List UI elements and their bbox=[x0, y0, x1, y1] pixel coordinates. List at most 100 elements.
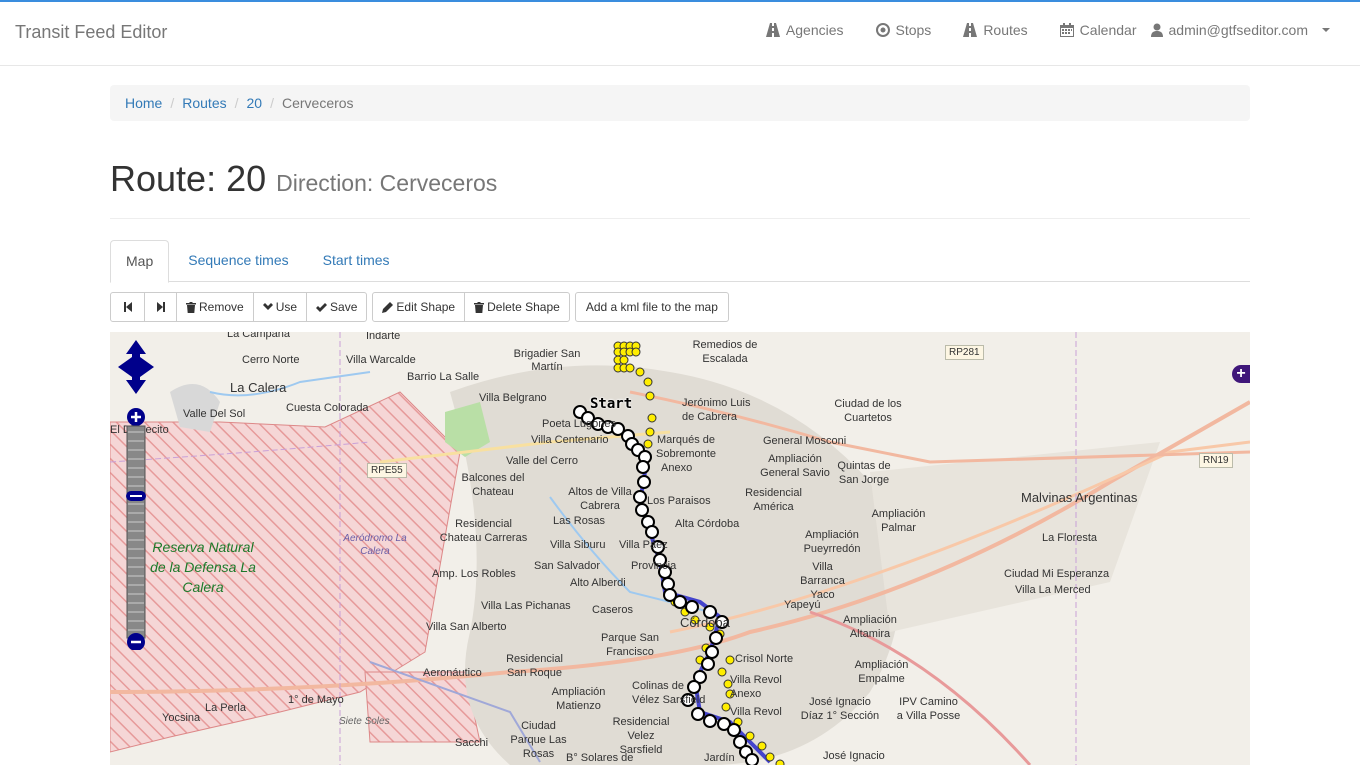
map-label: Yapeyú bbox=[784, 599, 821, 611]
user-icon bbox=[1150, 23, 1163, 37]
map-label: Brigadier San Martín bbox=[513, 348, 581, 373]
use-label: Use bbox=[275, 300, 298, 314]
map-label: José Ignacio bbox=[823, 750, 885, 762]
check-icon bbox=[316, 302, 328, 312]
map-label: Villa Siburu bbox=[550, 539, 606, 551]
yellow-stop-marker[interactable] bbox=[643, 377, 653, 387]
nav-agencies[interactable]: Agencies bbox=[765, 22, 844, 38]
zoom-bar[interactable] bbox=[126, 425, 146, 639]
yellow-stop-marker[interactable] bbox=[757, 741, 767, 751]
map-label: Villa Las Pichanas bbox=[481, 600, 571, 612]
map-label: Barrio La Salle bbox=[407, 371, 480, 383]
brand-title[interactable]: Transit Feed Editor bbox=[15, 22, 167, 43]
map-label: La Perla bbox=[205, 702, 246, 714]
map-label: General Mosconi bbox=[763, 435, 847, 447]
map-label: Ampliación Palmar bbox=[871, 508, 926, 534]
map-label: Las Rosas bbox=[553, 515, 605, 527]
tab-map[interactable]: Map bbox=[110, 240, 170, 283]
breadcrumb-current: Cerveceros bbox=[281, 95, 354, 111]
map-label: Villa Páez bbox=[619, 539, 668, 551]
yellow-stop-marker[interactable] bbox=[775, 759, 785, 765]
map-label: Ampliación Pueyrredón bbox=[803, 529, 861, 555]
yellow-stop-marker[interactable] bbox=[647, 413, 657, 423]
yellow-stop-marker[interactable] bbox=[625, 363, 635, 373]
white-stop-marker[interactable] bbox=[691, 707, 705, 721]
tab-start-times[interactable]: Start times bbox=[308, 240, 405, 281]
delete-shape-label: Delete Shape bbox=[487, 300, 560, 314]
use-button[interactable]: Use bbox=[252, 292, 308, 322]
nav-calendar[interactable]: Calendar bbox=[1059, 22, 1137, 38]
edit-shape-button[interactable]: Edit Shape bbox=[372, 292, 466, 322]
white-stop-marker[interactable] bbox=[745, 753, 759, 765]
road-shield-rpe55: RPE55 bbox=[367, 463, 407, 478]
map-label: Residencial San Roque bbox=[506, 653, 563, 679]
pencil-icon bbox=[382, 301, 394, 313]
map-label: Quintas de San Jorge bbox=[837, 460, 891, 486]
white-stop-marker[interactable] bbox=[701, 657, 715, 671]
breadcrumb-separator: / bbox=[234, 95, 239, 111]
yellow-stop-marker[interactable] bbox=[717, 667, 727, 677]
map-label: Jerónimo Luis de Cabrera bbox=[682, 397, 751, 423]
save-button[interactable]: Save bbox=[306, 292, 368, 322]
map-label: Indarte bbox=[366, 332, 401, 342]
map-label: IPV Camino a Villa Posse bbox=[896, 696, 961, 722]
nav-menu: Agencies Stops Routes Calendar admin@gtf… bbox=[734, 22, 1330, 38]
navbar: Transit Feed Editor Agencies Stops Route… bbox=[0, 2, 1360, 66]
white-stop-marker[interactable] bbox=[727, 723, 741, 737]
edit-shape-label: Edit Shape bbox=[396, 300, 456, 314]
route-title: Route: 20 bbox=[110, 158, 267, 199]
calendar-icon bbox=[1059, 23, 1074, 37]
yellow-stop-marker[interactable] bbox=[765, 752, 775, 762]
map-label: Ampliación Altamira bbox=[843, 614, 897, 640]
white-stop-marker[interactable] bbox=[661, 577, 675, 591]
white-stop-marker[interactable] bbox=[709, 631, 723, 645]
yellow-stop-marker[interactable] bbox=[745, 731, 755, 741]
yellow-stop-marker[interactable] bbox=[645, 391, 655, 401]
map-label: Ampliación General Savio bbox=[760, 453, 830, 479]
yellow-stop-marker[interactable] bbox=[725, 655, 735, 665]
user-menu[interactable]: admin@gtfseditor.com bbox=[1150, 22, 1330, 38]
map-label: Provincia bbox=[631, 560, 677, 572]
route-map[interactable]: RP281 RPE55 RN19 La Campana Cerro Norte … bbox=[110, 332, 1250, 765]
yellow-stop-marker[interactable] bbox=[619, 355, 629, 365]
add-kml-button[interactable]: Add a kml file to the map bbox=[574, 292, 729, 322]
yellow-stop-marker[interactable] bbox=[721, 702, 731, 712]
map-label: Caseros bbox=[592, 604, 633, 616]
white-stop-marker[interactable] bbox=[685, 600, 699, 614]
nav-routes[interactable]: Routes bbox=[963, 22, 1028, 38]
step-forward-button[interactable] bbox=[144, 292, 177, 322]
pan-up-icon[interactable] bbox=[126, 340, 146, 360]
breadcrumb-route-20[interactable]: 20 bbox=[247, 95, 263, 111]
map-label: Ciudad Mi Esperanza bbox=[1004, 568, 1110, 580]
step-backward-button[interactable] bbox=[110, 292, 145, 322]
white-stop-marker[interactable] bbox=[636, 460, 650, 474]
breadcrumb-home[interactable]: Home bbox=[125, 95, 162, 111]
map-label: Alta Córdoba bbox=[675, 518, 740, 530]
tab-sequence-times[interactable]: Sequence times bbox=[173, 240, 303, 281]
nav-stops[interactable]: Stops bbox=[875, 22, 932, 38]
nav-stops-label: Stops bbox=[895, 22, 932, 38]
breadcrumb-routes[interactable]: Routes bbox=[182, 95, 226, 111]
delete-shape-button[interactable]: Delete Shape bbox=[464, 292, 570, 322]
road-shield-rn19: RN19 bbox=[1199, 453, 1233, 468]
nav-calendar-label: Calendar bbox=[1079, 22, 1137, 38]
road-icon bbox=[963, 23, 978, 37]
map-label: Ampliación Empalme bbox=[854, 659, 909, 685]
remove-label: Remove bbox=[199, 300, 244, 314]
kml-actions-group: Add a kml file to the map bbox=[574, 292, 729, 322]
remove-button[interactable]: Remove bbox=[176, 292, 254, 322]
breadcrumb-separator: / bbox=[170, 95, 175, 111]
pan-zoom-control[interactable] bbox=[118, 340, 158, 650]
map-toolbar: Remove Use Save Edit Shape Delete Shape … bbox=[110, 292, 734, 322]
tab-bar: Map Sequence times Start times bbox=[110, 240, 1250, 283]
yellow-stop-marker[interactable] bbox=[631, 347, 641, 357]
white-stop-marker[interactable] bbox=[633, 490, 647, 504]
yellow-stop-marker[interactable] bbox=[635, 367, 645, 377]
layer-switcher-icon[interactable]: + bbox=[1232, 365, 1250, 383]
pan-down-icon[interactable] bbox=[126, 374, 146, 394]
white-stop-marker[interactable] bbox=[637, 475, 651, 489]
white-stop-marker[interactable] bbox=[673, 595, 687, 609]
white-stop-marker[interactable] bbox=[645, 525, 659, 539]
white-stop-marker[interactable] bbox=[705, 645, 719, 659]
white-stop-marker[interactable] bbox=[703, 714, 717, 728]
